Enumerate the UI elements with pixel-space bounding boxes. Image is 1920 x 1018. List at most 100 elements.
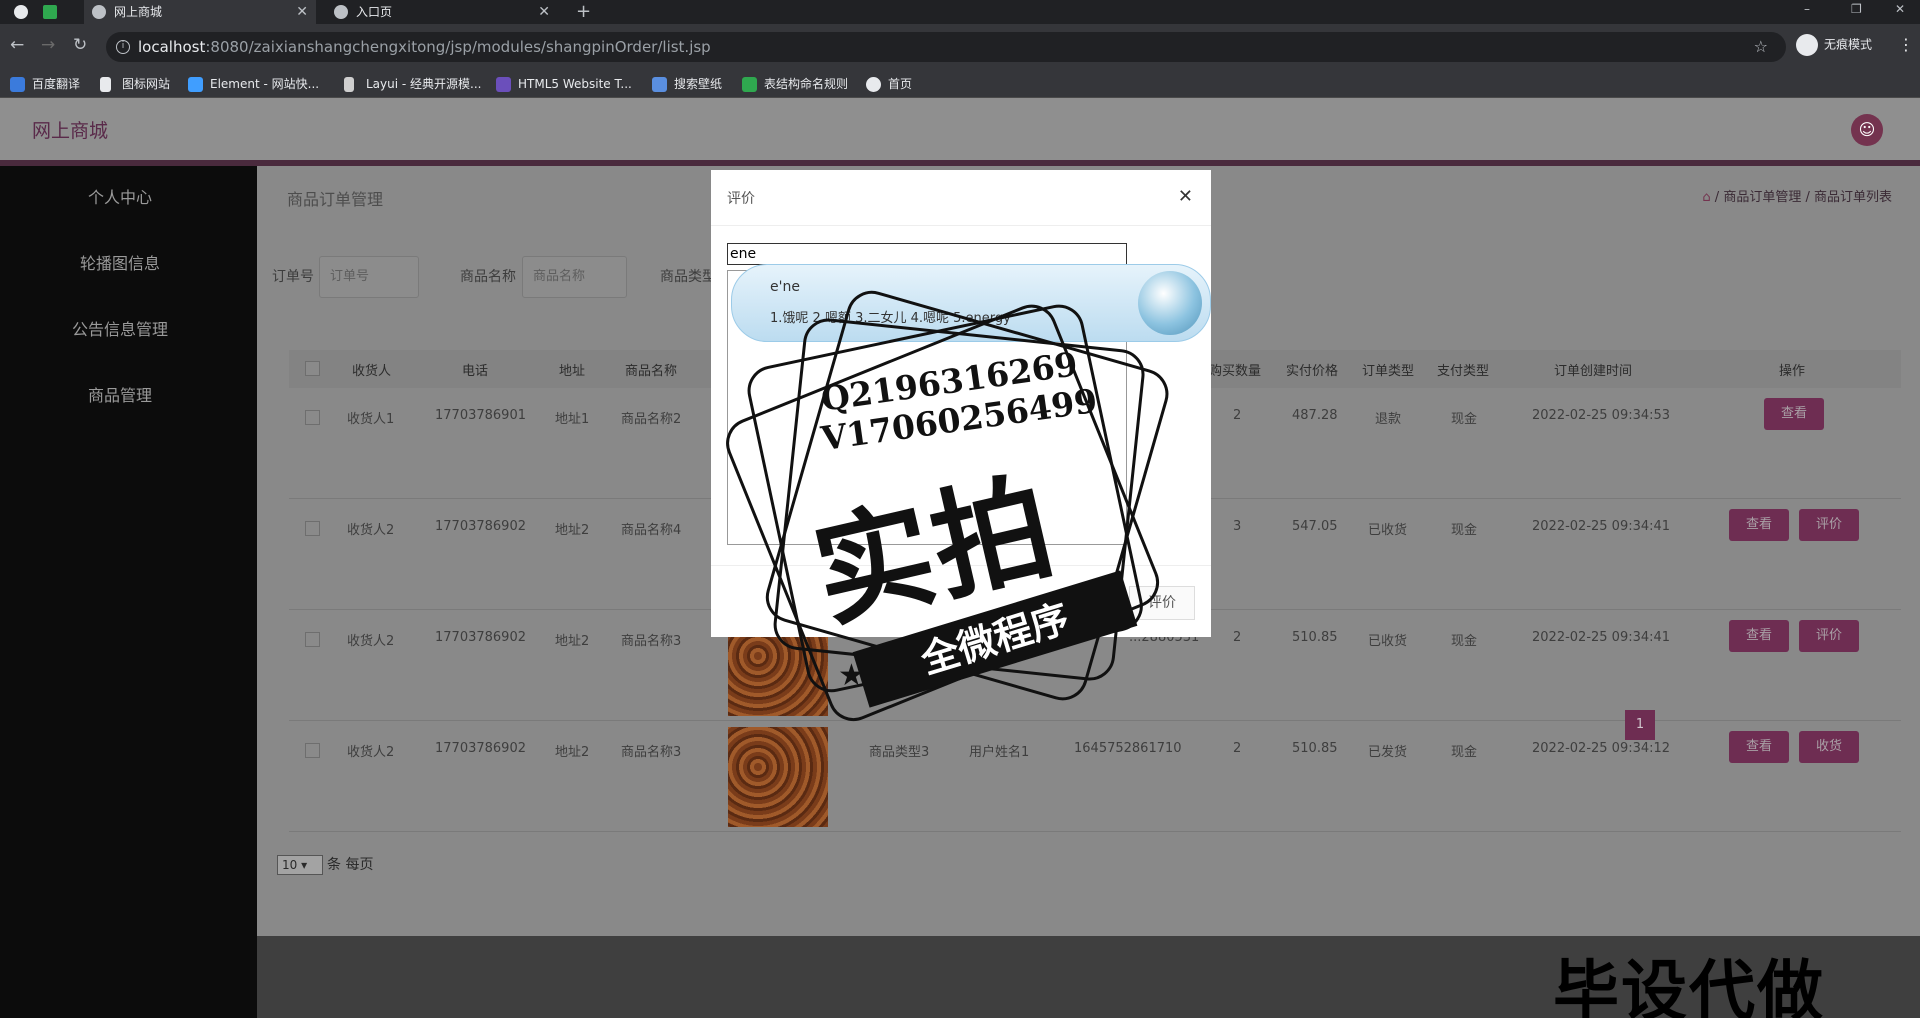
bookmark-item[interactable]: 首页 (866, 75, 912, 93)
bookmark-label: 图标网站 (122, 77, 171, 91)
pay-type-cell: 现金 (1451, 634, 1478, 649)
row-checkbox[interactable] (305, 743, 320, 758)
column-header: 地址 (559, 364, 586, 379)
bookmark-item[interactable]: 搜索壁纸 (652, 75, 722, 93)
reload-icon[interactable]: ↻ (73, 35, 87, 55)
pinned-tab-icon[interactable] (14, 5, 28, 19)
incognito-indicator[interactable]: 无痕模式 (1796, 34, 1872, 56)
bookmark-star-icon[interactable]: ☆ (1754, 32, 1768, 62)
pinned-tab-sheet-icon[interactable] (43, 5, 57, 19)
sidebar-item-notices[interactable]: 公告信息管理 (0, 316, 240, 340)
view-button[interactable]: 查看 (1729, 731, 1789, 763)
close-icon[interactable]: ✕ (1178, 186, 1193, 207)
order-status-cell: 已发货 (1368, 745, 1408, 760)
order-no-input[interactable]: 订单号 (319, 256, 419, 298)
product-name-cell: 商品名称3 (621, 634, 682, 649)
user-avatar-icon[interactable]: ☺ (1851, 114, 1883, 146)
bookmark-item[interactable]: 图标网站 (100, 75, 170, 93)
forward-icon[interactable]: → (41, 35, 55, 55)
order-no-cell: 1645752861710 (1074, 741, 1182, 756)
app-title: 网上商城 (32, 120, 109, 142)
restore-icon[interactable]: ❐ (1851, 0, 1862, 18)
bookmark-label: 首页 (888, 77, 913, 91)
created-time-cell: 2022-02-25 09:34:53 (1532, 408, 1671, 423)
column-header: 支付类型 (1437, 364, 1490, 379)
close-tab-icon[interactable]: ✕ (296, 0, 308, 24)
user-name-cell: 用户姓名1 (969, 745, 1030, 760)
product-name-label: 商品名称 (460, 269, 516, 285)
review-input[interactable]: ene (727, 243, 1127, 265)
row-checkbox[interactable] (305, 410, 320, 425)
browser-toolbar: ← → ↻ i localhost:8080/zaixianshangcheng… (0, 24, 1920, 70)
page-size-control: 10 ▾ 条 每页 (277, 854, 373, 875)
product-name-input[interactable]: 商品名称 (522, 256, 627, 298)
created-time-cell: 2022-02-25 09:34:12 (1532, 741, 1671, 756)
review-button[interactable]: 评价 (1799, 509, 1859, 541)
site-info-icon[interactable]: i (116, 40, 130, 54)
breadcrumb-item[interactable]: 商品订单管理 (1723, 190, 1801, 205)
browser-menu-icon[interactable]: ⋮ (1898, 35, 1914, 54)
order-status-cell: 退款 (1375, 412, 1402, 427)
phone-cell: 17703786902 (435, 519, 526, 534)
table-row: 收货人2 17703786902 地址2 商品名称3 商品类型3 用户姓名1 1… (289, 721, 1901, 832)
receive-button[interactable]: 收货 (1799, 731, 1859, 763)
bookmark-item[interactable]: 表结构命名规则 (742, 75, 848, 93)
incognito-icon (1796, 34, 1818, 56)
product-name-cell: 商品名称3 (621, 745, 682, 760)
price-cell: 510.85 (1292, 630, 1338, 645)
column-header: 订单创建时间 (1554, 364, 1633, 379)
review-button[interactable]: 评价 (1799, 620, 1859, 652)
row-checkbox[interactable] (305, 521, 320, 536)
flag-icon (100, 77, 111, 92)
view-button[interactable]: 查看 (1729, 620, 1789, 652)
address-cell: 地址1 (555, 412, 590, 427)
page-size-suffix: 条 每页 (327, 857, 374, 873)
sidebar-item-carousel[interactable]: 轮播图信息 (0, 250, 240, 274)
app-header: 网上商城 ☺ (0, 98, 1920, 160)
column-header: 电话 (462, 364, 489, 379)
sidebar-item-profile[interactable]: 个人中心 (0, 184, 240, 208)
close-tab-icon[interactable]: ✕ (538, 0, 550, 24)
translate-icon (10, 77, 25, 92)
window-close-icon[interactable]: ✕ (1895, 0, 1905, 18)
view-button[interactable]: 查看 (1729, 509, 1789, 541)
bookmark-label: HTML5 Website T... (518, 77, 632, 91)
layui-icon (344, 77, 354, 92)
product-thumbnail (728, 727, 828, 827)
bookmark-item[interactable]: HTML5 Website T... (496, 75, 632, 93)
tab-entry[interactable]: 入口页 ✕ (326, 0, 558, 24)
new-tab-icon[interactable]: + (576, 0, 591, 24)
html5-icon (496, 77, 511, 92)
select-all-checkbox[interactable] (305, 361, 320, 376)
address-bar[interactable]: i localhost:8080/zaixianshangchengxitong… (106, 32, 1786, 62)
quantity-cell: 2 (1233, 630, 1242, 645)
phone-cell: 17703786902 (435, 630, 526, 645)
bookmark-item[interactable]: Element - 网站快... (188, 75, 319, 93)
tab-favicon-icon (334, 5, 348, 19)
bookmark-item[interactable]: 百度翻译 (10, 75, 80, 93)
tab-shop[interactable]: 网上商城 ✕ (84, 0, 316, 24)
price-cell: 510.85 (1292, 741, 1338, 756)
minimize-icon[interactable]: – (1804, 0, 1810, 18)
globe-icon (866, 77, 881, 92)
product-name-cell: 商品名称2 (621, 412, 682, 427)
view-button[interactable]: 查看 (1764, 398, 1824, 430)
sidebar-item-products[interactable]: 商品管理 (0, 382, 240, 406)
product-name-cell: 商品名称4 (621, 523, 682, 538)
created-time-cell: 2022-02-25 09:34:41 (1532, 630, 1671, 645)
pay-type-cell: 现金 (1451, 412, 1478, 427)
address-cell: 地址2 (555, 523, 590, 538)
page-size-select[interactable]: 10 ▾ (277, 855, 323, 875)
order-no-label: 订单号 (272, 269, 314, 285)
home-icon[interactable]: ⌂ (1702, 190, 1710, 205)
pagination-page[interactable]: 1 (1625, 710, 1655, 740)
bookmark-label: 搜索壁纸 (674, 77, 723, 91)
row-checkbox[interactable] (305, 632, 320, 647)
back-icon[interactable]: ← (10, 35, 24, 55)
price-cell: 547.05 (1292, 519, 1338, 534)
element-icon (188, 77, 203, 92)
browser-tabstrip: 网上商城 ✕ 入口页 ✕ + – ❐ ✕ (0, 0, 1920, 24)
breadcrumb-item: 商品订单列表 (1813, 190, 1892, 205)
column-header: 收货人 (352, 364, 392, 379)
bookmark-item[interactable]: Layui - 经典开源模... (344, 75, 481, 93)
